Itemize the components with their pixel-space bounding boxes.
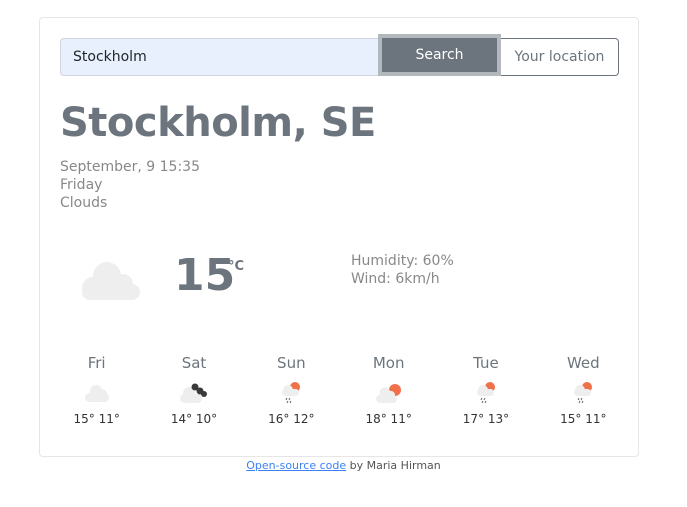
forecast-day-name: Mon — [372, 354, 405, 372]
forecast-day-name: Wed — [566, 354, 600, 372]
sun-rain-icon — [243, 374, 340, 412]
broken-clouds-icon — [145, 374, 242, 412]
forecast: Fri 15° 11° Sat 14° 10° Sun 16° 12° Mon — [48, 354, 632, 426]
current-temperature: 15 — [174, 250, 236, 301]
wind: Wind: 6km/h — [351, 271, 440, 287]
weather-card: Search Your location Stockholm, SE Septe… — [39, 17, 639, 457]
forecast-temps: 15° 11° — [73, 412, 120, 426]
forecast-day: Mon 18° 11° — [340, 354, 437, 426]
city-search-input[interactable] — [60, 38, 378, 76]
forecast-temps: 15° 11° — [560, 412, 607, 426]
forecast-day: Fri 15° 11° — [48, 354, 145, 426]
city-title: Stockholm, SE — [60, 100, 376, 146]
footer: Open-source code by Maria Hirman — [0, 459, 687, 472]
sun-rain-icon — [535, 374, 632, 412]
forecast-day-name: Tue — [473, 354, 499, 372]
weather-details: Humidity: 60% Wind: 6km/h — [351, 252, 454, 288]
your-location-button[interactable]: Your location — [501, 38, 619, 76]
forecast-temps: 18° 11° — [365, 412, 412, 426]
weekday: Friday — [60, 177, 103, 193]
open-source-code-link[interactable]: Open-source code — [246, 459, 346, 472]
cloud-icon — [80, 258, 142, 306]
forecast-day: Sun 16° 12° — [243, 354, 340, 426]
search-button[interactable]: Search — [378, 34, 501, 76]
forecast-temps: 14° 10° — [170, 412, 218, 426]
forecast-day-name: Sat — [181, 354, 207, 372]
forecast-day-name: Sun — [277, 354, 306, 372]
datetime: September, 9 15:35 — [60, 159, 200, 175]
footer-author: by Maria Hirman — [346, 459, 441, 472]
humidity: Humidity: 60% — [351, 253, 454, 269]
forecast-day: Tue 17° 13° — [437, 354, 534, 426]
sun-cloud-icon — [340, 374, 437, 412]
current-meta: September, 9 15:35 Friday Clouds — [60, 158, 200, 212]
forecast-day: Wed 15° 11° — [535, 354, 632, 426]
weather-description: Clouds — [60, 195, 108, 211]
forecast-day: Sat 14° 10° — [145, 354, 242, 426]
forecast-temps: 17° 13° — [462, 412, 510, 426]
cloud-icon — [48, 374, 145, 412]
forecast-temps: 16° 12° — [268, 412, 315, 426]
forecast-day-name: Fri — [87, 354, 106, 372]
temperature-unit[interactable]: °C — [228, 259, 244, 274]
search-form: Search Your location — [60, 34, 619, 76]
sun-rain-icon — [437, 374, 534, 412]
